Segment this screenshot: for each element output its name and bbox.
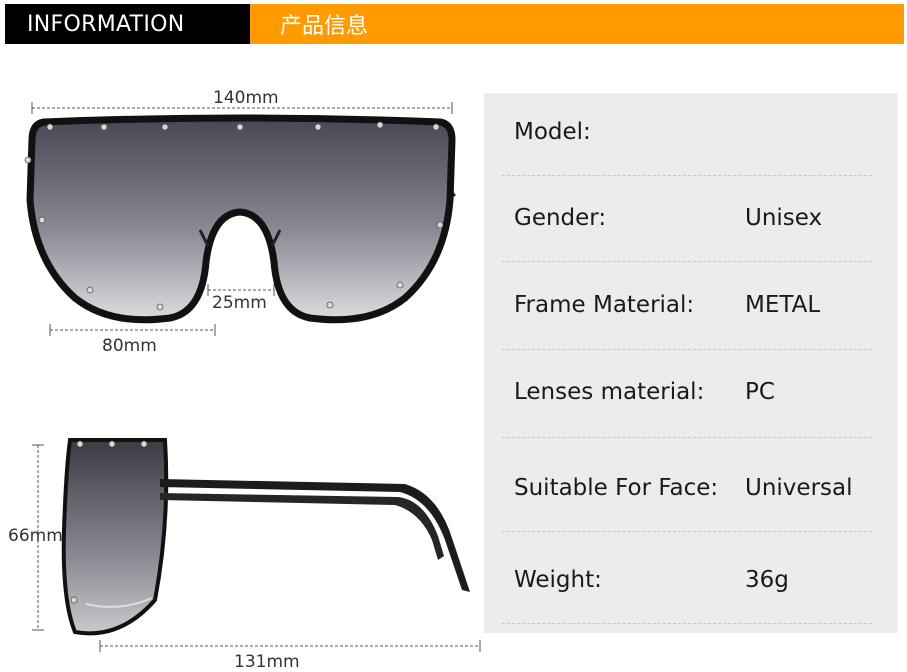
spec-label: Frame Material:	[514, 292, 695, 318]
spec-value: Universal	[745, 475, 853, 501]
dim-temple: 131mm	[234, 652, 300, 672]
dim-width: 140mm	[213, 88, 279, 108]
divider	[502, 437, 872, 438]
spec-value: Unisex	[745, 205, 823, 231]
spec-label: Lenses material:	[514, 379, 705, 405]
spec-label: Model:	[514, 119, 591, 145]
dim-lens-width: 80mm	[102, 336, 157, 356]
spec-panel: Model: Gender: Unisex Frame Material: ME…	[484, 93, 898, 633]
dim-height: 66mm	[8, 526, 63, 546]
divider	[502, 531, 872, 532]
spec-label: Gender:	[514, 205, 607, 231]
spec-label: Suitable For Face:	[514, 475, 719, 501]
divider	[502, 261, 872, 262]
divider	[502, 623, 872, 624]
side-view	[61, 438, 470, 636]
spec-label: Weight:	[514, 567, 602, 593]
spec-value: PC	[745, 379, 775, 405]
spec-value: METAL	[745, 292, 821, 318]
dim-bridge: 25mm	[212, 293, 267, 313]
divider	[502, 349, 872, 350]
divider	[502, 175, 872, 176]
spec-value: 36g	[745, 567, 789, 593]
